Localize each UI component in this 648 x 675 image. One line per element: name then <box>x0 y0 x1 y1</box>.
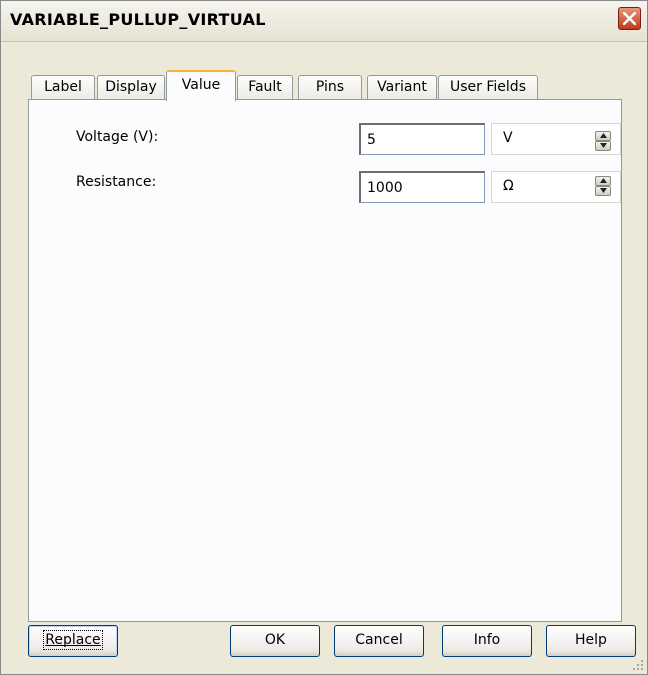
voltage-spin-control[interactable] <box>595 131 611 151</box>
tab-display[interactable]: Display <box>97 75 165 99</box>
tab-display-text: Display <box>105 79 157 95</box>
tab-user-fields[interactable]: User Fields <box>438 75 538 99</box>
voltage-label: Voltage (V): <box>76 129 159 145</box>
close-icon <box>623 12 636 25</box>
close-button[interactable] <box>618 7 641 30</box>
tab-variant-text: Variant <box>377 79 427 95</box>
resistance-spin-control[interactable] <box>595 176 611 196</box>
tab-fault[interactable]: Fault <box>237 75 293 99</box>
spin-down-button[interactable] <box>595 186 611 196</box>
window-title: VARIABLE_PULLUP_VIRTUAL <box>10 10 266 29</box>
spin-up-button[interactable] <box>595 131 611 141</box>
resize-grip-icon[interactable] <box>632 659 644 671</box>
arrow-down-icon <box>599 143 607 148</box>
voltage-field[interactable]: 5 <box>359 123 485 155</box>
arrow-up-icon <box>599 178 607 183</box>
spin-up-button[interactable] <box>595 176 611 186</box>
cancel-button[interactable]: Cancel <box>334 625 424 657</box>
voltage-unit: V <box>503 130 513 146</box>
properties-dialog: VARIABLE_PULLUP_VIRTUAL Label Display Va… <box>0 0 648 675</box>
info-button[interactable]: Info <box>442 625 532 657</box>
tab-value-text: Value <box>181 77 221 93</box>
replace-button[interactable]: Replace <box>28 625 118 657</box>
help-button-label: Help <box>575 632 607 648</box>
resistance-label: Resistance: <box>76 174 157 190</box>
tab-variant[interactable]: Variant <box>367 75 437 99</box>
tab-label-text: Label <box>44 79 82 95</box>
tab-user-fields-text: User Fields <box>450 79 526 95</box>
tab-label[interactable]: Label <box>31 75 95 99</box>
ok-button[interactable]: OK <box>230 625 320 657</box>
spin-down-button[interactable] <box>595 141 611 151</box>
cancel-button-label: Cancel <box>355 632 403 648</box>
title-bar[interactable]: VARIABLE_PULLUP_VIRTUAL <box>1 1 647 42</box>
tab-value[interactable]: Value <box>166 70 236 101</box>
tab-pins[interactable]: Pins <box>298 75 362 99</box>
tab-fault-text: Fault <box>248 79 282 95</box>
ok-button-label: OK <box>264 632 286 648</box>
tab-pins-text: Pins <box>315 79 345 95</box>
resistance-unit: Ω <box>503 178 514 194</box>
info-button-label: Info <box>473 632 501 648</box>
resistance-field[interactable]: 1000 <box>359 171 485 203</box>
arrow-up-icon <box>599 133 607 138</box>
help-button[interactable]: Help <box>546 625 636 657</box>
arrow-down-icon <box>599 188 607 193</box>
replace-button-label: Replace <box>43 630 103 650</box>
